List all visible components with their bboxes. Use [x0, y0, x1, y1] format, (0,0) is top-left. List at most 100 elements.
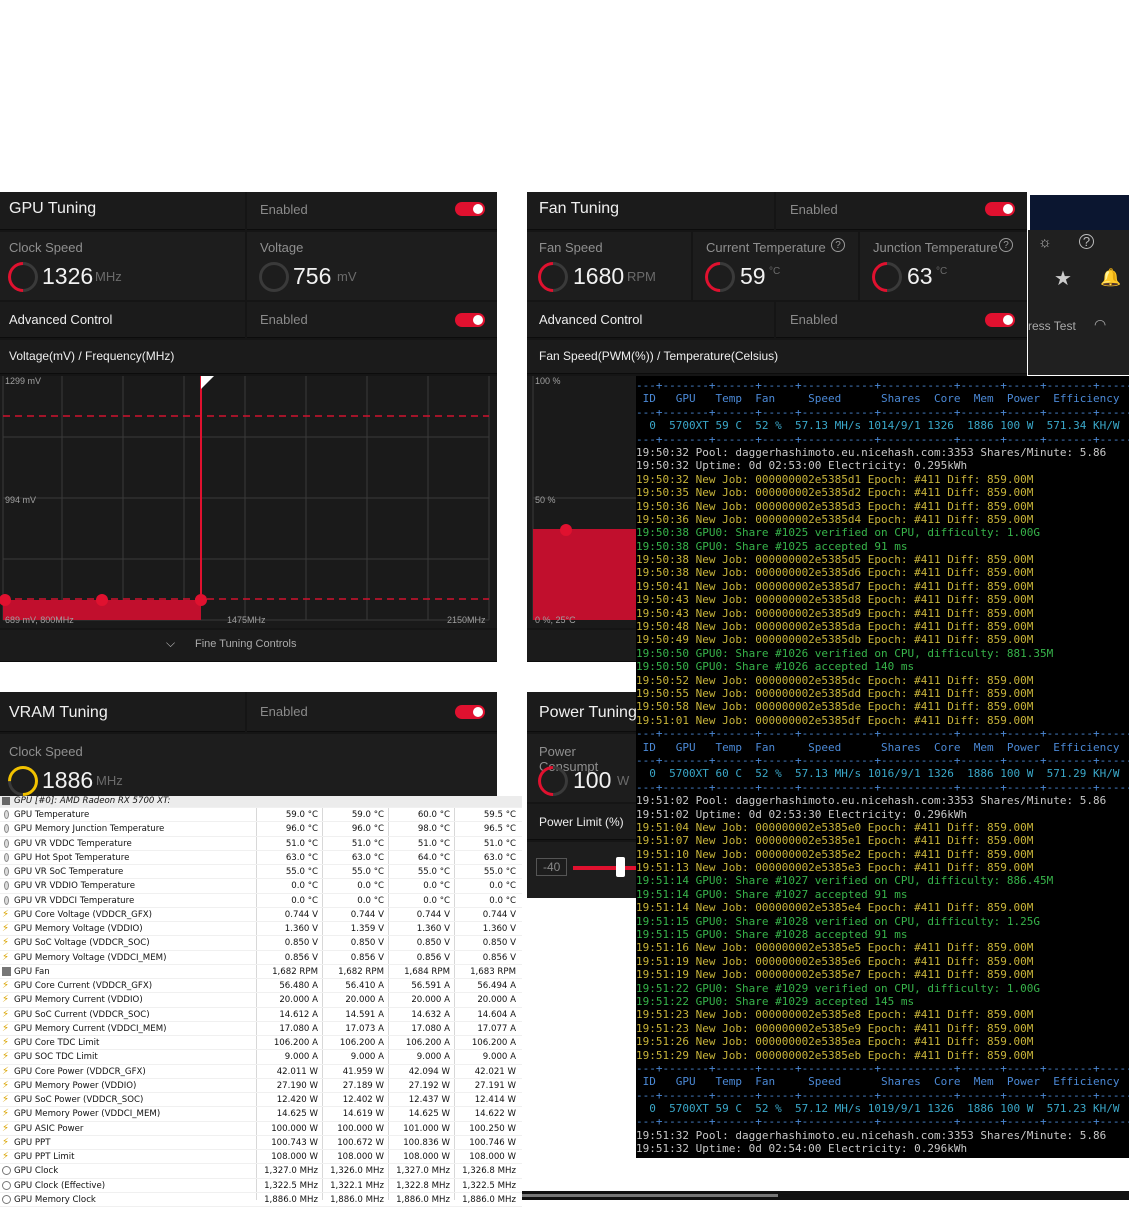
hwinfo-sensor-row[interactable]: ⚡ GPU PPT Limit 108.000 W 108.000 W 108.000 … [0, 1150, 522, 1165]
clock-icon [2, 1194, 11, 1204]
hwinfo-sensor-row[interactable]: GPU Memory Junction Temperature 96.0 °C 96… [0, 822, 522, 837]
fan-advanced-label: Advanced Control [539, 312, 643, 327]
fan-y-mid-label: 50 % [535, 495, 556, 505]
vram-tuning-toggle[interactable] [455, 705, 485, 719]
hwinfo-sensor-row[interactable]: ⚡ GPU Memory Voltage (VDDCI_MEM) 0.856 V 0.… [0, 951, 522, 965]
sensor-name: GPU Fan [14, 966, 50, 977]
hwinfo-sensor-row[interactable]: ⚡ GPU Memory Current (VDDCI_MEM) 17.080 A 1… [0, 1022, 522, 1036]
terminal-line: 19:51:02 Pool: daggerhashimoto.eu.niceha… [636, 794, 1107, 808]
vf-point-2 [96, 594, 108, 606]
hwinfo-sensor-row[interactable]: ⚡ GPU PPT 100.743 W 100.672 W 100.836 W 100.7… [0, 1136, 522, 1150]
terminal-line: ---+-------+------+-----+-----------+---… [636, 780, 1129, 794]
hwinfo-sensor-row[interactable]: ⚡ GPU Core Power (VDDCR_GFX) 42.011 W 41.95… [0, 1065, 522, 1079]
junction-temp-help-icon[interactable]: ? [999, 238, 1013, 252]
gpu-clock-label: Clock Speed [9, 240, 83, 255]
hwinfo-sensor-row[interactable]: ⚡ GPU ASIC Power 100.000 W 100.000 W 101.000… [0, 1122, 522, 1136]
hwinfo-sensor-row[interactable]: GPU Fan 1,682 RPM 1,682 RPM 1,684 RPM 1,683 … [0, 965, 522, 979]
gpu-clock-cell: Clock Speed 1326 MHz [0, 232, 245, 300]
sensor-maximum-value: 51.0 °C [417, 838, 450, 849]
fan-tuning-toggle[interactable] [985, 202, 1015, 216]
sensor-maximum-value: 42.094 W [408, 1066, 450, 1077]
help-icon[interactable]: ? [1079, 234, 1094, 249]
stress-test-label[interactable]: ress Test [1028, 319, 1076, 333]
fan-curve-chart[interactable]: 100 % 50 % 0 %, 25°C [527, 376, 637, 628]
sensor-average-value: 63.0 °C [483, 852, 516, 863]
gpu-voltage-gauge-icon [259, 262, 289, 292]
lightning-icon: ⚡ [2, 980, 10, 991]
gpu-clock-unit: MHz [95, 269, 122, 284]
gpu-advanced-toggle[interactable] [455, 313, 485, 327]
terminal-line: 19:50:32 Uptime: 0d 02:53:00 Electricity… [636, 459, 968, 473]
hwinfo-sensor-row[interactable]: GPU VR SoC Temperature 55.0 °C 55.0 °C 55.0… [0, 865, 522, 880]
sensor-average-value: 14.604 A [477, 1009, 516, 1020]
hwinfo-sensor-row[interactable]: GPU Clock (Effective) 1,322.5 MHz 1,322.1 … [0, 1179, 522, 1193]
gpu-voltage-label: Voltage [260, 240, 304, 255]
power-limit-slider-handle[interactable] [616, 857, 625, 877]
sensor-current-value: 51.0 °C [285, 838, 318, 849]
miner-terminal[interactable]: ---+-------+------+-----+-----------+---… [636, 376, 1129, 1158]
sensor-minimum-value: 1,322.1 MHz [330, 1180, 384, 1191]
sensor-current-value: 27.190 W [276, 1080, 318, 1091]
hwinfo-sensor-row[interactable]: ⚡ GPU Core TDC Limit 106.200 A 106.200 A 106… [0, 1036, 522, 1051]
sensor-name: GPU Clock (Effective) [14, 1180, 106, 1191]
fan-curve-fill [533, 529, 637, 620]
gpu-clock-gauge-icon [1, 255, 45, 299]
chevron-down-icon[interactable]: ⌵ [166, 636, 175, 651]
fine-tuning-label[interactable]: Fine Tuning Controls [195, 638, 297, 650]
hwinfo-sensor-row[interactable]: ⚡ GPU SoC Voltage (VDDCR_SOC) 0.850 V 0.850… [0, 936, 522, 951]
sensor-minimum-value: 20.000 A [345, 995, 384, 1006]
power-limit-slider-track[interactable] [573, 866, 637, 870]
sensor-name: GPU Memory Voltage (VDDCI_MEM) [14, 952, 167, 963]
vf-curve-svg[interactable] [0, 376, 497, 628]
star-icon[interactable]: ★ [1054, 266, 1072, 291]
current-temp-help-icon[interactable]: ? [831, 238, 845, 252]
hwinfo-sensor-row[interactable]: GPU VR VDDCI Temperature 0.0 °C 0.0 °C 0.0 … [0, 894, 522, 908]
sensor-minimum-value: 1,326.0 MHz [330, 1166, 384, 1177]
current-temp-gauge-icon [698, 255, 742, 299]
bottom-scroll-thumb[interactable] [522, 1194, 778, 1197]
vf-curve-chart[interactable]: 1299 mV 994 mV 689 mV, 800MHz 1475MHz 21… [0, 376, 497, 628]
gpu-tuning-toggle[interactable] [455, 202, 485, 216]
hwinfo-sensor-row[interactable]: ⚡ GPU Memory Power (VDDIO) 27.190 W 27.189 … [0, 1079, 522, 1093]
hwinfo-sensor-row[interactable]: ⚡ GPU Memory Voltage (VDDIO) 1.360 V 1.359 … [0, 922, 522, 937]
terminal-line: ---+-------+------+-----+-----------+---… [636, 405, 1129, 419]
hwinfo-sensor-row[interactable]: ⚡ GPU SoC Power (VDDCR_SOC) 12.420 W 12.402… [0, 1093, 522, 1108]
sensor-average-value: 14.622 W [474, 1109, 516, 1120]
hwinfo-sensor-row[interactable]: ⚡ GPU Memory Current (VDDIO) 20.000 A 20.00… [0, 993, 522, 1008]
sensor-maximum-value: 106.200 A [405, 1038, 450, 1048]
lightning-icon: ⚡ [2, 1037, 10, 1048]
hwinfo-sensor-row[interactable]: ⚡ GPU Core Voltage (VDDCR_GFX) 0.744 V 0.74… [0, 908, 522, 922]
sensor-maximum-value: 0.0 °C [423, 881, 450, 892]
terminal-line: ---+-------+------+-----+-----------+---… [636, 1088, 1129, 1102]
hwinfo-sensor-row[interactable]: GPU Hot Spot Temperature 63.0 °C 63.0 °C 64… [0, 851, 522, 865]
power-tuning-title: Power Tuning [539, 704, 637, 721]
fan-tuning-enable-cell: Enabled [776, 192, 1027, 230]
sensor-name: GPU Hot Spot Temperature [14, 852, 130, 863]
lightning-icon: ⚡ [2, 994, 10, 1006]
current-temp-unit: °C [769, 266, 781, 277]
sensor-minimum-value: 59.0 °C [351, 810, 384, 820]
terminal-line: 19:50:38 GPU0: Share #1025 accepted 91 m… [636, 539, 908, 553]
bell-icon[interactable]: 🔔 [1100, 268, 1121, 288]
hwinfo-sensor-row[interactable]: GPU Clock 1,327.0 MHz 1,326.0 MHz 1,327.0 M… [0, 1164, 522, 1179]
gpu-tuning-enable-cell: Enabled [247, 192, 497, 230]
hwinfo-sensor-row[interactable]: ⚡ GPU SoC Current (VDDCR_SOC) 14.612 A 14.5… [0, 1008, 522, 1022]
sensor-maximum-value: 14.625 W [408, 1109, 450, 1120]
hwinfo-sensor-row[interactable]: ⚡ GPU SOC TDC Limit 9.000 A 9.000 A 9.000 A 9… [0, 1050, 522, 1065]
sensor-current-value: 0.0 °C [291, 881, 318, 892]
hwinfo-sensor-row[interactable]: GPU VR VDDC Temperature 51.0 °C 51.0 °C 51.… [0, 837, 522, 851]
sensor-maximum-value: 55.0 °C [417, 867, 450, 877]
hwinfo-sensor-row[interactable]: ⚡ GPU Memory Power (VDDCI_MEM) 14.625 W 14.… [0, 1107, 522, 1122]
hwinfo-group-row[interactable]: GPU [#0]: AMD Radeon RX 5700 XT: [0, 796, 522, 808]
sensor-average-value: 42.021 W [474, 1066, 516, 1077]
hwinfo-sensor-row[interactable]: GPU VR VDDIO Temperature 0.0 °C 0.0 °C 0.0 … [0, 879, 522, 894]
hwinfo-sensor-row[interactable]: ⚡ GPU Core Current (VDDCR_GFX) 56.480 A 56.… [0, 979, 522, 994]
bug-icon[interactable]: ☼ [1038, 234, 1052, 251]
fan-advanced-toggle[interactable] [985, 313, 1015, 327]
power-limit-label: Power Limit (%) [539, 815, 624, 829]
sensor-minimum-value: 0.0 °C [357, 881, 384, 892]
hwinfo-sensor-row[interactable]: GPU Temperature 59.0 °C 59.0 °C 60.0 °C 59.5… [0, 808, 522, 823]
fine-tuning-bar[interactable]: ⌵ Fine Tuning Controls [0, 630, 497, 662]
sensor-maximum-value: 1.360 V [416, 924, 450, 934]
sensor-maximum-value: 101.000 W [403, 1123, 450, 1134]
